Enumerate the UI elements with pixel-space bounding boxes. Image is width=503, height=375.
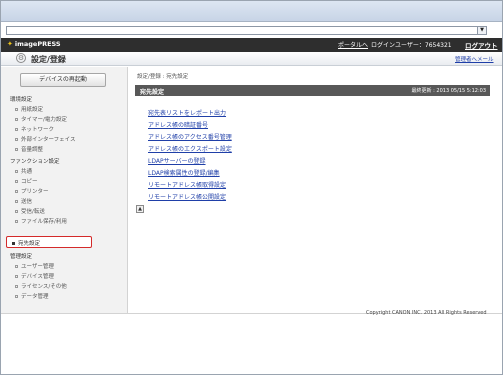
bullet-icon (15, 295, 18, 298)
sidebar: デバイスの再起動 環境設定 用紙設定 タイマー/電力設定 ネットワーク 外部イン… (1, 67, 128, 313)
link-ldap-server-register[interactable]: LDAPサーバーの登録 (148, 156, 206, 165)
page-title: 設定/登録 (31, 55, 66, 64)
nav-group-function[interactable]: ファンクション設定 (10, 157, 60, 165)
link-remote-address-book-publish[interactable]: リモートアドレス帳公開設定 (148, 192, 226, 201)
sidebar-item-paper[interactable]: 用紙設定 (15, 105, 43, 113)
address-bar[interactable]: ▼ (6, 26, 487, 35)
breadcrumb: 設定/登録 : 宛先設定 (137, 74, 189, 80)
canon-logo-icon: ✦ (7, 40, 13, 48)
sidebar-item-common[interactable]: 共通 (15, 167, 32, 175)
bullet-icon (15, 220, 18, 223)
nav-group-environment[interactable]: 環境設定 (10, 95, 32, 103)
link-address-book-access-number[interactable]: アドレス帳のアクセス番号管理 (148, 132, 232, 141)
bullet-icon (15, 180, 18, 183)
sidebar-item-volume[interactable]: 音量調整 (15, 145, 43, 153)
sidebar-item-copy[interactable]: コピー (15, 177, 38, 185)
bullet-icon (15, 285, 18, 288)
title-bar: ⚙ 設定/登録 管理者へメール (1, 52, 502, 66)
browser-chrome (1, 1, 502, 22)
copyright: Copyright CANON INC. 2013 All Rights Res… (366, 310, 487, 316)
sidebar-item-external-interface[interactable]: 外部インターフェイス (15, 135, 76, 143)
sidebar-item-send[interactable]: 送信 (15, 197, 32, 205)
bullet-icon (15, 138, 18, 141)
brand-logo: ✦ imagePRESS (7, 40, 61, 48)
sidebar-item-timer-power[interactable]: タイマー/電力設定 (15, 115, 67, 123)
bullet-icon (15, 108, 18, 111)
link-ldap-search-attributes[interactable]: LDAP検索属性の登録/編集 (148, 168, 220, 177)
top-header-bar: ✦ imagePRESS ポータルへ ログインユーザー：7654321 ログアウト (1, 38, 502, 52)
link-export-destination-list[interactable]: 宛先表リストをレポート出力 (148, 108, 226, 117)
login-user-label: ログインユーザー：7654321 (371, 42, 452, 49)
sidebar-item-receive-forward[interactable]: 受信/転送 (15, 207, 45, 215)
bullet-icon (15, 265, 18, 268)
brand-name: imagePRESS (14, 40, 61, 48)
link-remote-address-book-fetch[interactable]: リモートアドレス帳取得設定 (148, 180, 226, 189)
bullet-icon (15, 190, 18, 193)
panel-title: 宛先設定 (140, 89, 165, 96)
bullet-icon (15, 148, 18, 151)
active-bullet-icon (12, 242, 15, 245)
portal-link[interactable]: ポータルへ (338, 40, 368, 49)
link-address-book-export[interactable]: アドレス帳のエクスポート設定 (148, 144, 232, 153)
sidebar-item-data-management[interactable]: データ管理 (15, 292, 49, 300)
sidebar-item-destination-settings[interactable]: 宛先設定 (6, 236, 92, 248)
panel-header: 宛先設定 最終更新 : 2013 05/15 5:12:03 (135, 85, 490, 96)
last-updated: 最終更新 : 2013 05/15 5:12:03 (411, 88, 486, 94)
logout-link[interactable]: ログアウト (465, 40, 498, 50)
sidebar-item-license-other[interactable]: ライセンス/その他 (15, 282, 67, 290)
bullet-icon (15, 275, 18, 278)
sidebar-item-printer[interactable]: プリンター (15, 187, 49, 195)
restart-device-button[interactable]: デバイスの再起動 (20, 73, 106, 87)
nav-group-management[interactable]: 管理設定 (10, 252, 32, 260)
link-address-book-pin[interactable]: アドレス帳の暗証番号 (148, 120, 208, 129)
admin-mail-link[interactable]: 管理者へメール (455, 55, 494, 63)
address-dropdown-icon[interactable]: ▼ (477, 27, 486, 34)
settings-icon: ⚙ (16, 53, 26, 63)
sidebar-item-label: 宛先設定 (18, 241, 41, 247)
bullet-icon (15, 210, 18, 213)
bullet-icon (15, 170, 18, 173)
sidebar-item-network[interactable]: ネットワーク (15, 125, 54, 133)
bullet-icon (15, 200, 18, 203)
sidebar-item-file-storage[interactable]: ファイル保存/利用 (15, 217, 67, 225)
bullet-icon (15, 128, 18, 131)
sidebar-item-user-management[interactable]: ユーザー管理 (15, 262, 54, 270)
bullet-icon (15, 118, 18, 121)
sidebar-item-device-management[interactable]: デバイス管理 (15, 272, 54, 280)
scroll-top-button[interactable]: ▲ (136, 205, 144, 213)
